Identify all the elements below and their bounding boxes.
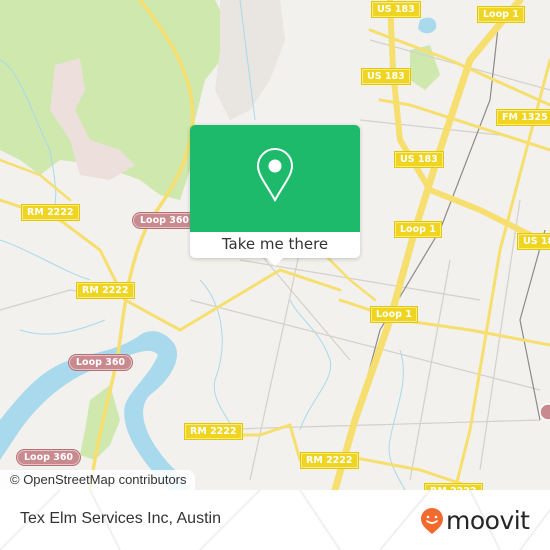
- map-pin-icon: [256, 147, 294, 203]
- road-shield: Loop 360: [69, 355, 133, 370]
- location-popup[interactable]: Take me there: [190, 125, 360, 266]
- road-shield: RM 2222: [185, 424, 242, 439]
- moovit-wordmark: moovit: [446, 506, 530, 535]
- popup-header: [190, 125, 360, 232]
- park-area: [215, 0, 285, 120]
- minor-road: [189, 299, 541, 391]
- stream: [289, 299, 332, 431]
- road-shield: Loop 360: [133, 213, 197, 228]
- place-title: Tex Elm Services Inc, Austin: [20, 510, 221, 527]
- road-shield: US 183: [395, 152, 443, 167]
- map-view[interactable]: US 183 Loop 1 US 183 FM 1325 US 183 RM 2…: [0, 0, 550, 490]
- stream: [0, 239, 91, 281]
- take-me-there-button[interactable]: Take me there: [190, 232, 360, 258]
- moovit-smiley-pin-icon: [421, 508, 443, 534]
- road-shield: Loop 1: [395, 222, 441, 237]
- road-shield: Loop 1: [478, 7, 524, 22]
- road-shield: RM 2222: [22, 205, 79, 220]
- park-area: [80, 385, 120, 460]
- road-shield: US 183: [518, 234, 550, 249]
- railway: [519, 229, 546, 421]
- moovit-logo[interactable]: moovit: [420, 507, 530, 535]
- road-shield: FM 1325: [497, 110, 550, 125]
- stream: [388, 349, 406, 490]
- footer-bar: Tex Elm Services Inc, Austin moovit: [0, 490, 550, 550]
- road-shield: US 183: [372, 2, 420, 17]
- road-shield: RM 2222: [301, 453, 358, 468]
- lake: [418, 17, 437, 34]
- poi-marker: [539, 403, 550, 421]
- road-shield: Loop 360: [17, 450, 81, 465]
- minor-road: [199, 419, 541, 431]
- road-shield: Loop 1: [371, 307, 417, 322]
- road-shield: US 183: [362, 69, 410, 84]
- stream: [19, 319, 106, 335]
- map-attribution[interactable]: © OpenStreetMap contributors: [0, 470, 195, 490]
- popup-pointer: [267, 258, 283, 266]
- road-shield: RM 2222: [77, 283, 134, 298]
- minor-road: [409, 259, 451, 481]
